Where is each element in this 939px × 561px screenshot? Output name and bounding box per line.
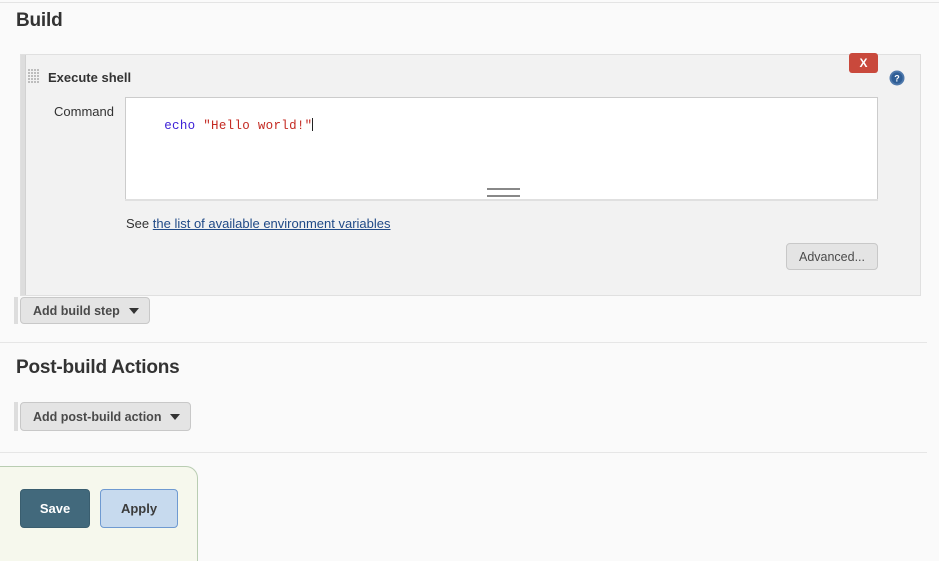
remove-build-step-button[interactable]: X (849, 53, 878, 73)
code-keyword: echo (164, 119, 196, 133)
command-label: Command (54, 104, 114, 119)
save-button[interactable]: Save (20, 489, 90, 528)
postbuild-divider (0, 342, 927, 343)
grip-dots-icon[interactable] (28, 69, 39, 83)
save-action-bar: Save Apply (0, 466, 198, 561)
panel-drag-rail[interactable] (21, 55, 26, 295)
svg-text:?: ? (894, 74, 900, 84)
env-hint-prefix: See (126, 216, 150, 231)
resize-grip-icon[interactable] (487, 188, 520, 197)
environment-variables-link[interactable]: the list of available environment variab… (153, 216, 391, 231)
bottom-divider (0, 452, 927, 453)
command-input[interactable]: echo "Hello world!" (125, 97, 878, 200)
add-post-build-action-button[interactable]: Add post-build action (20, 402, 192, 431)
text-cursor (312, 118, 314, 131)
add-build-step-label: Add build step (33, 303, 120, 318)
add-build-step-rail (14, 297, 18, 324)
add-post-build-label: Add post-build action (33, 409, 162, 424)
top-divider (0, 2, 939, 3)
add-post-build-rail (14, 402, 18, 431)
command-input-shadow (125, 199, 878, 201)
add-build-step-button[interactable]: Add build step (20, 297, 150, 324)
page-title-build: Build (16, 10, 63, 31)
help-circle-icon[interactable]: ? (889, 70, 905, 86)
apply-button[interactable]: Apply (100, 489, 178, 528)
page-title-postbuild: Post-build Actions (16, 357, 180, 378)
advanced-button[interactable]: Advanced... (786, 243, 878, 270)
build-step-title: Execute shell (48, 70, 132, 85)
chevron-down-icon (128, 307, 139, 314)
chevron-down-icon (170, 413, 181, 420)
command-code-line: echo "Hello world!" (133, 104, 314, 147)
code-string: "Hello world!" (203, 119, 313, 133)
environment-variables-hint: See the list of available environment va… (126, 216, 391, 231)
